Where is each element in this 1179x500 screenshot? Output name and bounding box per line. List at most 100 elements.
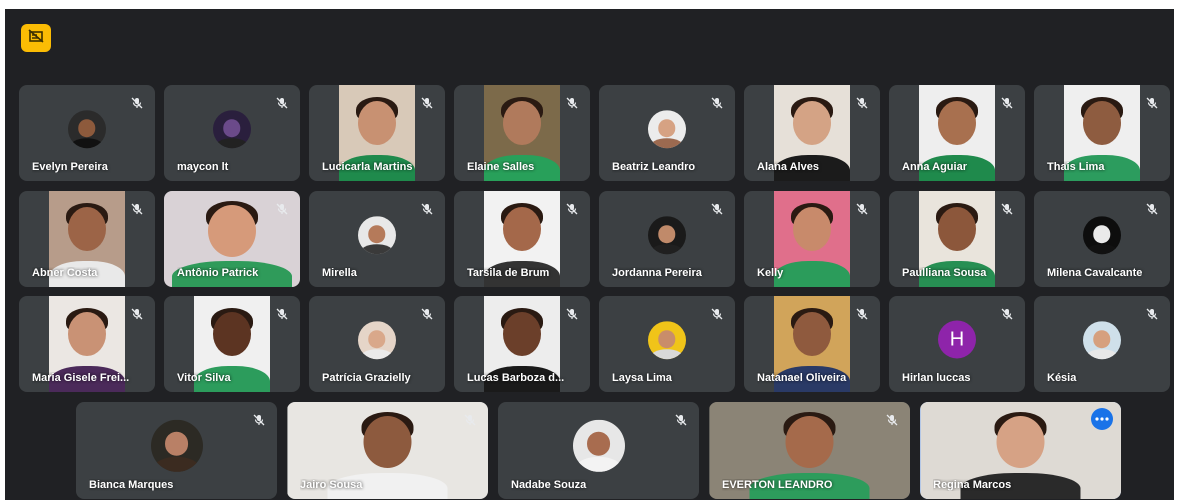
microphone-muted-icon xyxy=(419,201,435,217)
microphone-muted-icon xyxy=(1144,306,1160,322)
participant-name: Natanael Oliveira xyxy=(757,372,847,384)
participant-tile[interactable]: Jairo Sousa xyxy=(287,402,488,499)
participant-avatar xyxy=(648,110,686,149)
participant-tile[interactable]: Nadabe Souza xyxy=(498,402,699,499)
participant-avatar xyxy=(213,110,251,149)
participant-tile[interactable]: Alana Alves xyxy=(744,85,880,181)
microphone-muted-icon xyxy=(564,201,580,217)
participant-tile[interactable]: Bianca Marques xyxy=(76,402,277,499)
microphone-muted-icon xyxy=(129,306,145,322)
microphone-muted-icon xyxy=(564,95,580,111)
more-options-icon xyxy=(1095,417,1109,421)
microphone-muted-icon xyxy=(709,95,725,111)
hand-raised-icon xyxy=(28,28,44,48)
microphone-muted-icon xyxy=(419,306,435,322)
participant-tile[interactable]: Natanael Oliveira xyxy=(744,296,880,392)
participant-name: Elaine Salles xyxy=(467,161,535,173)
participant-initial-avatar: H xyxy=(938,320,976,359)
participant-tile[interactable]: Elaine Salles xyxy=(454,85,590,181)
microphone-muted-icon xyxy=(1144,201,1160,217)
participant-name: Laysa Lima xyxy=(612,372,672,384)
participant-row-4: Bianca Marques Jairo Sousa Nadabe Souza EVE… xyxy=(76,402,1121,499)
participant-name: Lucas Barboza d... xyxy=(467,372,565,384)
microphone-muted-icon xyxy=(673,412,689,428)
participant-name: Lucicarla Martins xyxy=(322,161,413,173)
participant-name: Anna Aguiar xyxy=(902,161,967,173)
participant-name: Jairo Sousa xyxy=(300,479,363,491)
participant-name: Regina Marcos xyxy=(933,479,1012,491)
participant-tile[interactable]: Lucas Barboza d... xyxy=(454,296,590,392)
participant-name: Hirlan luccas xyxy=(902,372,971,384)
participant-tile[interactable]: Patrícia Grazielly xyxy=(309,296,445,392)
participant-tile[interactable]: Evelyn Pereira xyxy=(19,85,155,181)
microphone-muted-icon xyxy=(854,95,870,111)
participant-name: Maria Gisele Frei... xyxy=(32,372,130,384)
participant-tile[interactable]: Regina Marcos xyxy=(920,402,1121,499)
microphone-muted-icon xyxy=(999,201,1015,217)
participant-tile[interactable]: Antônio Patrick xyxy=(164,191,300,287)
participant-name: Bianca Marques xyxy=(89,479,174,491)
participant-name: Kelly xyxy=(757,267,784,279)
microphone-muted-icon xyxy=(129,95,145,111)
microphone-muted-icon xyxy=(854,201,870,217)
participant-name: Evelyn Pereira xyxy=(32,161,108,173)
more-options-button[interactable] xyxy=(1091,408,1113,430)
participant-tile[interactable]: H Hirlan luccas xyxy=(889,296,1025,392)
participant-tile[interactable]: Vitor Silva xyxy=(164,296,300,392)
microphone-muted-icon xyxy=(274,306,290,322)
participant-tile[interactable]: Tarsila de Brum xyxy=(454,191,590,287)
microphone-muted-icon xyxy=(564,306,580,322)
participant-tile[interactable]: Laysa Lima xyxy=(599,296,735,392)
participant-tile[interactable]: Maria Gisele Frei... xyxy=(19,296,155,392)
participant-tile[interactable]: Késia xyxy=(1034,296,1170,392)
participant-tile[interactable]: Abner Costa xyxy=(19,191,155,287)
participant-tile[interactable]: Jordanna Pereira xyxy=(599,191,735,287)
microphone-muted-icon xyxy=(462,412,478,428)
participant-tile[interactable]: Kelly xyxy=(744,191,880,287)
participant-tile[interactable]: EVERTON LEANDRO xyxy=(709,402,910,499)
meeting-grid-view: Evelyn Pereira maycon lt Lucicarla Martins… xyxy=(5,9,1174,500)
participant-name: Alana Alves xyxy=(757,161,819,173)
participant-name: Vitor Silva xyxy=(177,372,231,384)
participant-name: Késia xyxy=(1047,372,1077,384)
microphone-muted-icon xyxy=(709,306,725,322)
participant-row-3: Maria Gisele Frei... Vitor Silva Patrícia … xyxy=(19,296,1170,392)
participant-tile[interactable]: Paulliana Sousa xyxy=(889,191,1025,287)
participant-avatar xyxy=(150,419,203,472)
participant-name: Milena Cavalcante xyxy=(1047,267,1143,279)
participant-tile[interactable]: Beatriz Leandro xyxy=(599,85,735,181)
participant-name: maycon lt xyxy=(177,161,229,173)
participant-tile[interactable]: Thais Lima xyxy=(1034,85,1170,181)
microphone-muted-icon xyxy=(419,95,435,111)
participant-tile[interactable]: Milena Cavalcante xyxy=(1034,191,1170,287)
participant-name: Antônio Patrick xyxy=(177,267,259,279)
participant-avatar xyxy=(572,419,625,472)
participant-row-2: Abner Costa Antônio Patrick Mirella Tarsila… xyxy=(19,191,1170,287)
participant-name: Beatriz Leandro xyxy=(612,161,696,173)
microphone-muted-icon xyxy=(274,95,290,111)
microphone-muted-icon xyxy=(999,306,1015,322)
microphone-muted-icon xyxy=(709,201,725,217)
microphone-muted-icon xyxy=(251,412,267,428)
participant-tile[interactable]: Mirella xyxy=(309,191,445,287)
participant-tile[interactable]: maycon lt xyxy=(164,85,300,181)
participant-row-1: Evelyn Pereira maycon lt Lucicarla Martins… xyxy=(19,85,1170,181)
participant-tile[interactable]: Lucicarla Martins xyxy=(309,85,445,181)
participant-avatar xyxy=(648,321,686,360)
participant-name: Tarsila de Brum xyxy=(467,267,550,279)
participant-name: Mirella xyxy=(322,267,357,279)
participant-name: Nadabe Souza xyxy=(511,479,587,491)
microphone-muted-icon xyxy=(129,201,145,217)
participant-avatar xyxy=(68,110,106,149)
participant-avatar xyxy=(358,216,396,255)
raise-hand-button[interactable] xyxy=(21,24,51,52)
microphone-muted-icon xyxy=(999,95,1015,111)
participant-tile[interactable]: Anna Aguiar xyxy=(889,85,1025,181)
microphone-muted-icon xyxy=(884,412,900,428)
participant-name: Jordanna Pereira xyxy=(612,267,702,279)
participant-name: EVERTON LEANDRO xyxy=(722,479,833,491)
participant-name: Abner Costa xyxy=(32,267,98,279)
participant-name: Paulliana Sousa xyxy=(902,267,987,279)
microphone-muted-icon xyxy=(274,201,290,217)
participant-avatar xyxy=(1083,321,1121,360)
